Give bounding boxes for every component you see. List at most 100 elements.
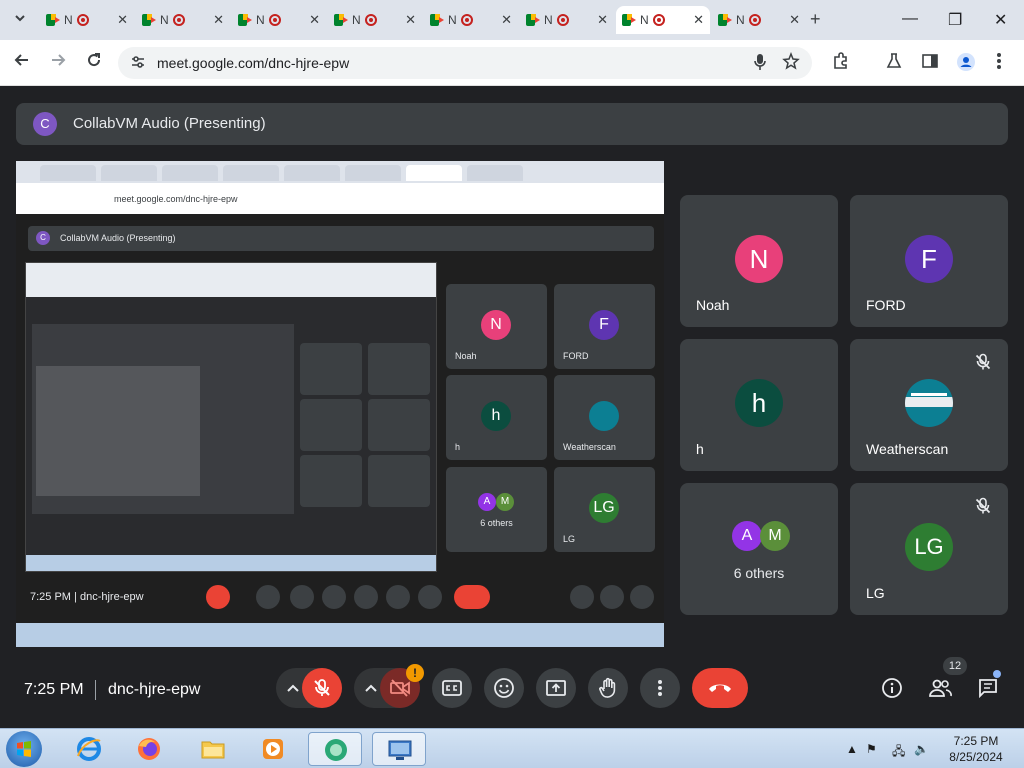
- muted-mic-icon: [975, 353, 991, 370]
- tab-close-icon[interactable]: ✕: [405, 12, 416, 28]
- tab-close-icon[interactable]: ✕: [213, 12, 224, 28]
- taskbar-remote-desktop[interactable]: [372, 732, 426, 766]
- participant-tile[interactable]: LG LG: [850, 483, 1008, 615]
- tab-close-icon[interactable]: ✕: [309, 12, 320, 28]
- windows-logo-icon: [17, 741, 31, 757]
- extensions-icon[interactable]: [832, 52, 850, 75]
- participant-avatar: LG: [905, 523, 953, 571]
- meeting-info-button[interactable]: [872, 668, 912, 708]
- tab-search-chevron-icon[interactable]: [10, 10, 30, 30]
- browser-tab[interactable]: N ✕: [712, 6, 806, 34]
- side-panel-icon[interactable]: [921, 52, 939, 75]
- recording-icon: [556, 14, 569, 26]
- browser-menu-icon[interactable]: [996, 52, 1002, 75]
- taskbar-firefox[interactable]: [122, 732, 176, 766]
- taskbar-chrome-app[interactable]: [308, 732, 362, 766]
- address-bar[interactable]: meet.google.com/dnc-hjre-epw: [118, 47, 812, 79]
- participant-name: LG: [866, 585, 885, 601]
- browser-tab[interactable]: N ✕: [328, 6, 422, 34]
- shared-browser-tab: [467, 165, 523, 181]
- nested-tile: [368, 455, 430, 507]
- taskbar-file-explorer[interactable]: [186, 732, 240, 766]
- shared-time: 7:25 PM: [30, 591, 71, 603]
- raise-hand-button[interactable]: [588, 668, 628, 708]
- reload-icon[interactable]: [86, 52, 102, 73]
- new-tab-button[interactable]: +: [810, 9, 821, 30]
- action-center-flag-icon[interactable]: ⚑: [866, 742, 877, 756]
- browser-tab[interactable]: N ✕: [40, 6, 134, 34]
- tab-close-icon[interactable]: ✕: [597, 12, 608, 28]
- google-meet-icon: [334, 14, 348, 26]
- network-icon[interactable]: 🖧: [892, 742, 905, 763]
- microphone-muted-button[interactable]: [302, 668, 342, 708]
- browser-tab[interactable]: N ✕: [136, 6, 230, 34]
- tab-title: N: [448, 13, 457, 27]
- presenting-banner: C CollabVM Audio (Presenting): [16, 103, 1008, 145]
- recording-icon: [460, 14, 473, 26]
- profile-avatar-icon[interactable]: [956, 52, 976, 77]
- presenter-avatar: C: [33, 112, 57, 136]
- tab-title: N: [352, 13, 361, 27]
- site-settings-icon[interactable]: [130, 54, 146, 73]
- participant-name: h: [696, 441, 704, 457]
- labs-flask-icon[interactable]: [885, 52, 903, 75]
- participant-name: FORD: [866, 297, 906, 313]
- tab-close-icon[interactable]: ✕: [501, 12, 512, 28]
- shared-participant-name: Weatherscan: [563, 442, 616, 452]
- taskbar-date: 8/25/2024: [949, 750, 1003, 764]
- chat-button[interactable]: [968, 668, 1008, 708]
- volume-icon[interactable]: 🔈: [914, 742, 929, 756]
- windows-taskbar: ▲ ⚑ 🖧 🔈 7:25 PM 8/25/2024: [0, 728, 1024, 768]
- participant-tile[interactable]: Weatherscan: [850, 339, 1008, 471]
- shared-taskbar: [16, 623, 664, 647]
- reactions-button[interactable]: [484, 668, 524, 708]
- participant-name: Weatherscan: [866, 441, 949, 457]
- shared-participant-name: 6 others: [480, 518, 513, 528]
- shared-screen[interactable]: meet.google.com/dnc-hjre-epw C CollabVM …: [16, 161, 664, 647]
- participant-tile[interactable]: N Noah: [680, 195, 838, 327]
- present-screen-button[interactable]: [536, 668, 576, 708]
- back-icon[interactable]: [14, 52, 30, 73]
- forward-icon[interactable]: [50, 52, 66, 73]
- captions-button[interactable]: [432, 668, 472, 708]
- meeting-control-bar: 7:25 PM dnc-hjre-epw !: [0, 660, 1024, 728]
- leave-call-button[interactable]: [692, 668, 748, 708]
- url-text: meet.google.com/dnc-hjre-epw: [157, 55, 350, 71]
- tab-close-icon[interactable]: ✕: [693, 12, 704, 28]
- clock-divider: [95, 680, 96, 700]
- recording-icon: [748, 14, 761, 26]
- google-meet-icon: [46, 14, 60, 26]
- shared-camera-icon: [256, 585, 280, 609]
- muted-mic-icon: [975, 497, 991, 514]
- taskbar-clock[interactable]: 7:25 PM 8/25/2024: [942, 733, 1010, 765]
- shared-avatar: N: [481, 310, 511, 340]
- nested-deep-screen: [36, 366, 200, 496]
- shared-participant-name: LG: [563, 534, 576, 544]
- recording-icon: [652, 14, 665, 26]
- google-meet-icon: [142, 14, 156, 26]
- tab-close-icon[interactable]: ✕: [117, 12, 128, 28]
- taskbar-media-player[interactable]: [246, 732, 300, 766]
- browser-tab[interactable]: N ✕: [616, 6, 710, 34]
- bookmark-star-icon[interactable]: [782, 51, 800, 75]
- start-button[interactable]: [6, 731, 42, 767]
- taskbar-internet-explorer[interactable]: [62, 732, 116, 766]
- shared-participant-tile: F FORD: [554, 284, 655, 369]
- show-hidden-icons[interactable]: ▲: [846, 742, 858, 756]
- close-window-icon[interactable]: ✕: [994, 10, 1007, 30]
- browser-tab[interactable]: N ✕: [424, 6, 518, 34]
- browser-tab[interactable]: N ✕: [232, 6, 326, 34]
- recording-icon: [268, 14, 281, 26]
- browser-tab[interactable]: N ✕: [520, 6, 614, 34]
- minimize-icon[interactable]: —: [902, 10, 918, 28]
- voice-search-icon[interactable]: [754, 53, 766, 75]
- tab-close-icon[interactable]: ✕: [789, 12, 800, 28]
- participant-tile[interactable]: F FORD: [850, 195, 1008, 327]
- participant-tile[interactable]: AM 6 others: [680, 483, 838, 615]
- presenting-text: CollabVM Audio (Presenting): [73, 115, 266, 132]
- weatherscan-avatar: [905, 379, 953, 427]
- more-options-button[interactable]: [640, 668, 680, 708]
- participant-tile[interactable]: hh: [680, 339, 838, 471]
- restore-icon[interactable]: ❐: [948, 10, 962, 30]
- nested-tile: [300, 455, 362, 507]
